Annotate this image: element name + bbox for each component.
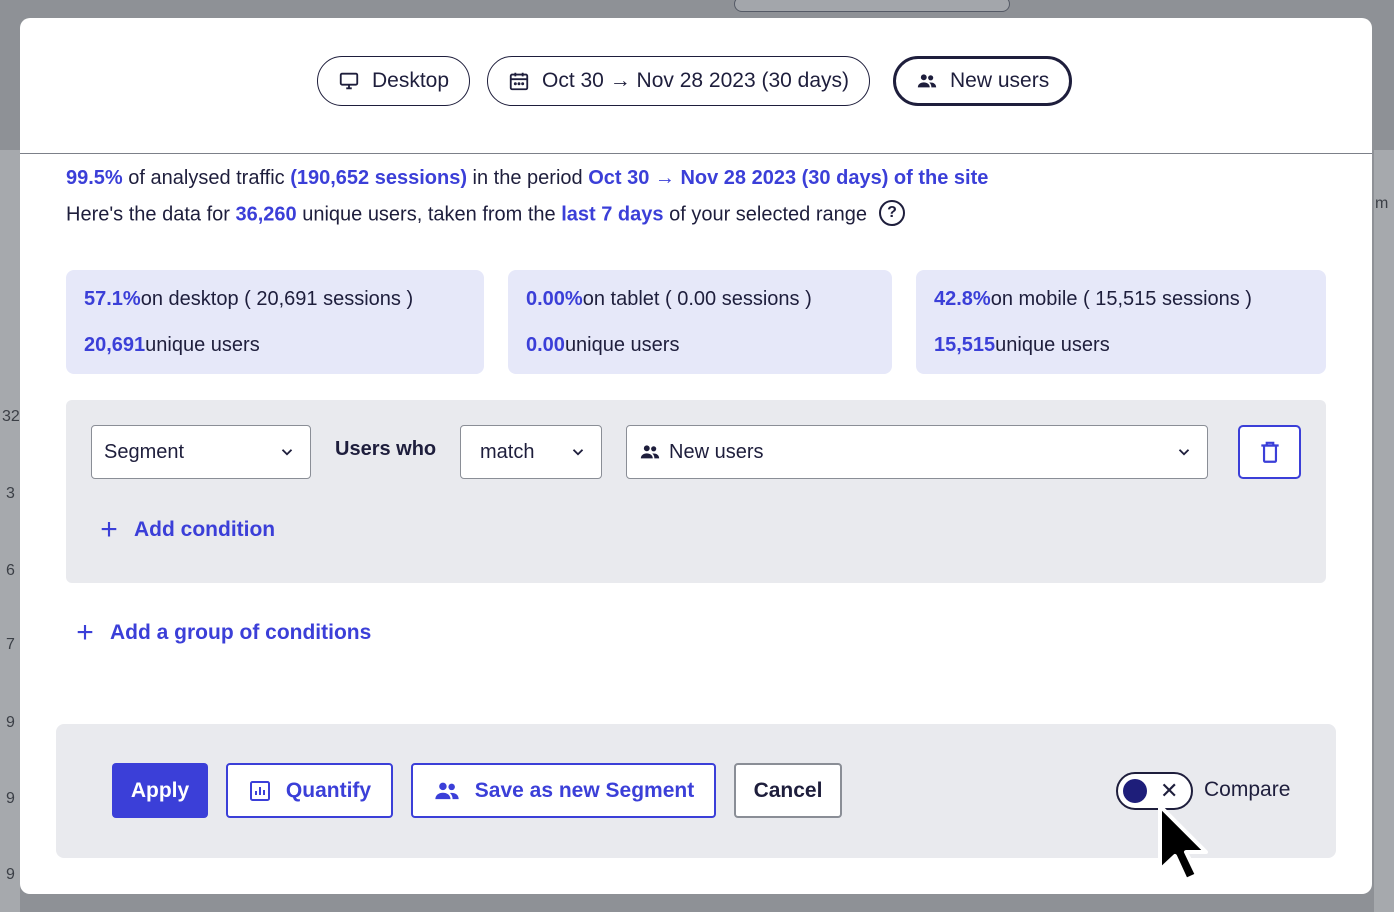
mobile-percent: 42.8% (934, 287, 991, 310)
session-count: (190,652 sessions) (290, 167, 467, 189)
segment-value-label: New users (669, 440, 764, 463)
cancel-button[interactable]: Cancel (734, 763, 842, 818)
segment-value-select[interactable]: New users (626, 425, 1208, 479)
chevron-down-icon (1178, 449, 1190, 456)
mouse-pointer-icon (1158, 804, 1208, 882)
summary-text: in the period (467, 167, 589, 189)
filter-header: Desktop Oct 30 → Nov 28 2023 (30 days) N… (20, 18, 1372, 154)
chart-icon (249, 780, 270, 801)
mobile-users-count: 15,515 (934, 333, 996, 356)
tablet-sessions: on tablet ( 0.00 sessions ) (582, 287, 812, 310)
device-filter-pill[interactable]: Desktop (317, 56, 471, 106)
background-edge-number: 7 (6, 636, 15, 653)
condition-type-value: Segment (104, 440, 185, 463)
summary-period: Oct 30 → Nov 28 2023 (30 days) of the si… (588, 167, 989, 189)
save-segment-button[interactable]: Save as new Segment (411, 763, 716, 818)
match-operator-select[interactable]: match (460, 425, 602, 479)
mobile-stats-card: 42.8% on mobile ( 15,515 sessions ) 15,5… (916, 270, 1326, 374)
monitor-icon (339, 72, 359, 90)
desktop-users-label: unique users (145, 333, 260, 356)
summary-text: Here's the data for (66, 203, 236, 226)
apply-button[interactable]: Apply (112, 763, 208, 818)
add-condition-link[interactable]: + Add condition (98, 515, 275, 545)
mobile-users-label: unique users (995, 333, 1110, 356)
date-range-pill[interactable]: Oct 30 → Nov 28 2023 (30 days) (487, 56, 870, 106)
tablet-stats-card: 0.00% on tablet ( 0.00 sessions ) 0.00 u… (508, 270, 892, 374)
segment-pill[interactable]: New users (893, 56, 1073, 106)
summary-text: of analysed traffic (122, 167, 291, 189)
desktop-sessions: on desktop ( 20,691 sessions ) (140, 287, 414, 310)
background-edge-number: 9 (6, 866, 15, 883)
background-edge-number: 6 (6, 562, 15, 579)
background-edge-number: 9 (6, 790, 15, 807)
tablet-users-count: 0.00 (526, 333, 565, 356)
unique-users-count: 36,260 (235, 203, 297, 226)
toggle-knob (1123, 779, 1147, 803)
tablet-users-label: unique users (564, 333, 680, 356)
chevron-down-icon (281, 449, 293, 456)
date-range-label: Oct 30 → Nov 28 2023 (30 days) (542, 69, 849, 92)
device-filter-label: Desktop (372, 69, 450, 92)
trash-icon (1260, 441, 1279, 463)
compare-label: Compare (1204, 778, 1291, 801)
add-condition-label: Add condition (134, 518, 276, 541)
background-edge-text: m (1375, 195, 1389, 212)
traffic-summary: 99.5% of analysed traffic (190,652 sessi… (66, 167, 988, 190)
delete-condition-button[interactable] (1238, 425, 1301, 479)
summary-text: of your selected range (663, 203, 867, 226)
tablet-percent: 0.00% (526, 287, 583, 310)
calendar-icon (509, 72, 529, 91)
desktop-stats-card: 57.1% on desktop ( 20,691 sessions ) 20,… (66, 270, 484, 374)
segment-pill-label: New users (950, 69, 1050, 92)
background-edge-number: 32 (2, 408, 20, 425)
background-field (734, 0, 1010, 12)
summary-text: unique users, taken from the (296, 203, 562, 226)
action-footer: Apply Quantify Save as new Segment Cance… (56, 724, 1336, 858)
users-who-label: Users who (335, 438, 437, 460)
chevron-down-icon (572, 449, 584, 456)
desktop-percent: 57.1% (84, 287, 141, 310)
users-icon (917, 74, 937, 88)
add-group-label: Add a group of conditions (110, 621, 372, 644)
desktop-users-count: 20,691 (84, 333, 146, 356)
help-icon[interactable]: ? (879, 200, 905, 226)
plus-icon: + (100, 513, 118, 546)
condition-group: Segment Users who match New users + Add … (66, 400, 1326, 583)
users-icon (435, 782, 459, 799)
plus-icon: + (76, 616, 94, 649)
segment-filter-modal: Desktop Oct 30 → Nov 28 2023 (30 days) N… (20, 18, 1372, 894)
summary-window: last 7 days (561, 203, 664, 226)
quantify-label: Quantify (285, 778, 372, 802)
users-summary: Here's the data for 36,260 unique users,… (66, 200, 905, 228)
background-edge-number: 3 (6, 485, 15, 502)
match-operator-value: match (480, 440, 535, 463)
users-icon (640, 445, 660, 459)
traffic-percent: 99.5% (66, 167, 123, 189)
background-edge-number: 9 (6, 714, 15, 731)
background-right-column (1374, 150, 1394, 912)
save-segment-label: Save as new Segment (474, 778, 695, 802)
add-group-link[interactable]: + Add a group of conditions (74, 618, 371, 648)
quantify-button[interactable]: Quantify (226, 763, 393, 818)
mobile-sessions: on mobile ( 15,515 sessions ) (990, 287, 1252, 310)
condition-type-select[interactable]: Segment (91, 425, 311, 479)
